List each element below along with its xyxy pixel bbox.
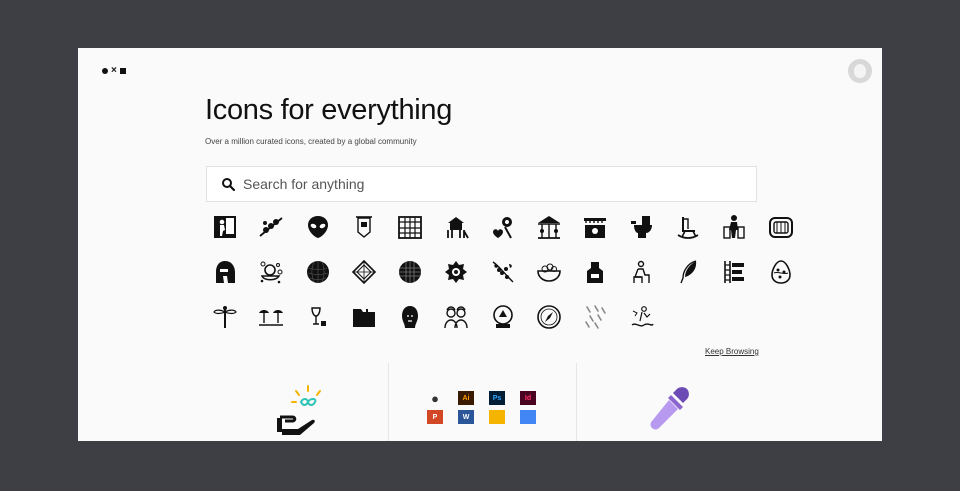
snow-globe-icon[interactable] — [489, 303, 517, 331]
easter-egg-icon[interactable] — [767, 258, 795, 286]
indesign-icon: Id — [520, 391, 536, 405]
toilet-icon[interactable] — [628, 213, 656, 241]
rocking-chair-icon[interactable] — [674, 213, 702, 241]
folder-icon[interactable] — [350, 303, 378, 331]
dragonfly-icon[interactable] — [211, 303, 239, 331]
couple-icon[interactable] — [442, 303, 470, 331]
search-icon — [222, 178, 235, 191]
main-card: × Icons for everything Over a million cu… — [78, 48, 882, 441]
page-title: Icons for everything — [205, 94, 453, 126]
beach-umbrellas-icon[interactable] — [257, 303, 285, 331]
hearts-pin-icon[interactable] — [489, 213, 517, 241]
photoshop-icon: Ps — [489, 391, 505, 405]
keep-browsing-link[interactable]: Keep Browsing — [705, 347, 759, 356]
icon-grid — [211, 213, 795, 331]
spartan-helmet-icon[interactable] — [211, 258, 239, 286]
shelf-ladder-icon[interactable] — [720, 258, 748, 286]
carousel-icon[interactable] — [535, 213, 563, 241]
apple-icon: ● — [431, 390, 439, 406]
logo-square-icon — [119, 68, 126, 74]
integration-app-grid: ● Ai Ps Id P W — [427, 391, 536, 424]
elder-walker-icon[interactable] — [720, 213, 748, 241]
duck-bubbles-icon[interactable] — [257, 258, 285, 286]
feature-integrations: ● Ai Ps Id P W — [388, 363, 577, 441]
diamond-tile-icon[interactable] — [350, 258, 378, 286]
vine-grapes-icon[interactable] — [489, 258, 517, 286]
user-avatar-icon[interactable] — [848, 59, 872, 83]
logo-dot-icon — [102, 68, 108, 74]
shop-stall-icon[interactable] — [581, 213, 609, 241]
compass-icon[interactable] — [535, 303, 563, 331]
building-facade-icon[interactable] — [396, 213, 424, 241]
map-person-icon[interactable] — [628, 303, 656, 331]
feature-recolor — [576, 363, 882, 441]
eyedropper-icon — [650, 387, 689, 430]
feature-api — [78, 363, 388, 441]
playground-icon[interactable] — [442, 213, 470, 241]
buddha-head-icon[interactable] — [396, 303, 424, 331]
hanging-banner-icon[interactable] — [350, 213, 378, 241]
illustrator-icon: Ai — [458, 391, 474, 405]
fruit-bowl-icon[interactable] — [535, 258, 563, 286]
person-doorway-icon[interactable] — [211, 213, 239, 241]
rosette-icon[interactable] — [442, 258, 470, 286]
hand-infinity-icon — [277, 385, 321, 435]
search-input[interactable]: Search for anything — [243, 176, 364, 192]
page-subtitle: Over a million curated icons, created by… — [205, 137, 417, 146]
round-grid-icon[interactable] — [396, 258, 424, 286]
person-chair-icon[interactable] — [628, 258, 656, 286]
logo[interactable]: × — [102, 65, 126, 76]
search-bar[interactable]: Search for anything — [206, 166, 757, 202]
word-icon: W — [458, 410, 474, 424]
rain-drops-icon[interactable] — [581, 303, 609, 331]
powerpoint-icon: P — [427, 410, 443, 424]
apron-icon[interactable] — [581, 258, 609, 286]
feather-icon[interactable] — [674, 258, 702, 286]
wine-glass-icon[interactable] — [304, 303, 332, 331]
google-docs-icon — [520, 410, 536, 424]
google-slides-icon — [489, 410, 505, 424]
logo-times-icon: × — [111, 65, 117, 76]
alien-icon[interactable] — [304, 213, 332, 241]
hot-tub-icon[interactable] — [767, 213, 795, 241]
popcorn-kebab-icon[interactable] — [257, 213, 285, 241]
wire-ball-icon[interactable] — [304, 258, 332, 286]
